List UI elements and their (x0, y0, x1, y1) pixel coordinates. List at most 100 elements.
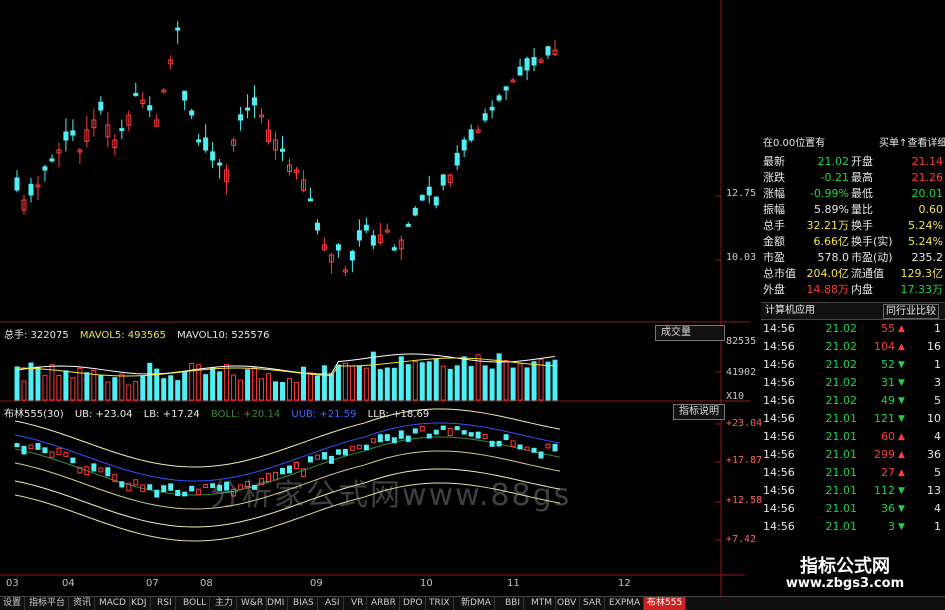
tab--dma[interactable]: 新DMA (458, 597, 495, 610)
volume-total: 总手: 322075 (4, 330, 69, 341)
tab-bbi[interactable]: BBI (502, 597, 525, 610)
volume-bar (524, 367, 530, 401)
boll-candle (307, 456, 313, 463)
tab-rsi[interactable]: RSI (154, 597, 176, 610)
tab-arbr[interactable]: ARBR (368, 597, 400, 610)
tick-row: 14:56 21.01 60 ▲ 4 (761, 429, 945, 445)
candle-body (517, 66, 523, 76)
quote-value: -0.21 (820, 171, 849, 184)
tab--[interactable]: 资讯 (70, 597, 96, 610)
tab--[interactable]: 主力 (212, 597, 238, 610)
quote-label: 涨幅 (763, 187, 785, 200)
candle-body (280, 148, 286, 152)
tab-trix[interactable]: TRIX (426, 597, 454, 610)
volume-bar (280, 381, 286, 401)
tab-vr[interactable]: VR (348, 597, 368, 610)
quote-value: 6.66亿 (813, 235, 850, 248)
arrow-down-icon: ▼ (898, 360, 905, 370)
boll-llb: LLB: +18.69 (367, 409, 430, 420)
date-label: 09 (310, 578, 323, 589)
candle-body (98, 101, 104, 111)
quote-row: 涨跌 -0.21 最高 21.26 (761, 170, 945, 186)
tick-volume: 60 (881, 430, 895, 443)
tab--555[interactable]: 布林555 (644, 597, 687, 610)
volume-bar (370, 351, 376, 401)
volume-bar (300, 366, 306, 401)
volume-bar (168, 375, 174, 401)
tick-volume: 104 (874, 340, 895, 353)
volume-bar (433, 358, 439, 401)
boll-candle (175, 489, 181, 497)
price-axis-label: 10.03 (726, 252, 757, 263)
tab--[interactable]: 设置 (0, 597, 26, 610)
indicator-help-button[interactable]: 指标说明 (673, 404, 725, 420)
tab-bias[interactable]: BIAS (290, 597, 318, 610)
tick-count: 1 (934, 358, 941, 371)
volume-bar (454, 365, 460, 401)
boll-candle (461, 430, 467, 435)
volume-bar (335, 364, 341, 401)
volume-bar (217, 371, 223, 401)
candle-body (363, 224, 369, 231)
tick-count: 10 (927, 412, 941, 425)
tab-expma[interactable]: EXPMA (606, 597, 645, 610)
view-detail-link[interactable]: 买单↑查看详细 (879, 136, 945, 152)
candle-body (14, 177, 20, 191)
boll-candle (314, 454, 320, 460)
tab-asi[interactable]: ASI (322, 597, 344, 610)
tick-row: 14:56 21.01 3 ▼ 1 (761, 519, 945, 535)
quote-row: 金额 6.66亿 换手(实) 5.24% (761, 234, 945, 250)
boll-candle (28, 444, 34, 449)
candle-body (405, 223, 411, 227)
boll-candle (42, 447, 48, 454)
tick-count: 1 (934, 322, 941, 335)
tab--[interactable]: 指标平台 (26, 597, 70, 610)
quote-value: 578.0 (817, 251, 850, 264)
tab-w-r[interactable]: W&R (238, 597, 268, 610)
tab-dpo[interactable]: DPO (400, 597, 427, 610)
tick-count: 4 (934, 502, 941, 515)
boll-ub: UB: +23.04 (74, 409, 133, 420)
tab-dmi[interactable]: DMI (264, 597, 289, 610)
candle-body (419, 194, 425, 201)
industry-row: 计算机应用 同行业比较 (761, 302, 945, 320)
tick-count: 4 (934, 430, 941, 443)
candle-body (454, 152, 460, 166)
candle-body (545, 46, 551, 56)
quote-value: 5.89% (814, 203, 849, 216)
volume-bar (175, 380, 181, 401)
tab-obv[interactable]: OBV (554, 597, 581, 610)
tab-kdj[interactable]: KDJ (128, 597, 151, 610)
boll-candle (119, 481, 125, 488)
boll-candle (370, 438, 376, 443)
volume-bar (517, 363, 523, 401)
quote-value: -0.99% (810, 187, 849, 200)
tick-price: 21.01 (825, 430, 858, 443)
volume-bar (105, 381, 111, 401)
volume-bar (224, 363, 230, 401)
industry-compare-button[interactable]: 同行业比较 (883, 304, 939, 319)
tick-row: 14:56 21.02 104 ▲ 16 (761, 339, 945, 355)
candle-body (391, 247, 397, 251)
volume-bar (70, 377, 76, 401)
order-info-row: 在0.00位置有 买单↑查看详细 (761, 136, 945, 152)
tab-sar[interactable]: SAR (580, 597, 606, 610)
tick-row: 14:56 21.01 121 ▼ 10 (761, 411, 945, 427)
arrow-up-icon: ▲ (898, 450, 905, 460)
boll-candle (91, 463, 97, 472)
boll-candle (56, 447, 62, 455)
quote-label: 最低 (851, 187, 873, 200)
quote-value: 235.2 (911, 251, 944, 264)
quote-panel: 在0.00位置有 买单↑查看详细 最新 21.02 开盘 21.14 涨跌 -0.21 最高… (761, 134, 945, 596)
chart-area[interactable]: 12.75 10.03 总手: 322075 MAVOL5: 493565 MA… (0, 0, 762, 596)
tick-price: 21.02 (825, 376, 858, 389)
tab-mtm[interactable]: MTM (528, 597, 557, 610)
tab-boll[interactable]: BOLL (180, 597, 211, 610)
candle-body (28, 183, 34, 196)
site-logo: 指标公式网 www.zbgs3.com (745, 548, 945, 596)
boll-candle (398, 430, 404, 439)
volume-bar (273, 381, 279, 401)
volume-indicator-button[interactable]: 成交量 (655, 325, 725, 341)
tab-macd[interactable]: MACD (96, 597, 130, 610)
boll-candle (419, 425, 425, 432)
